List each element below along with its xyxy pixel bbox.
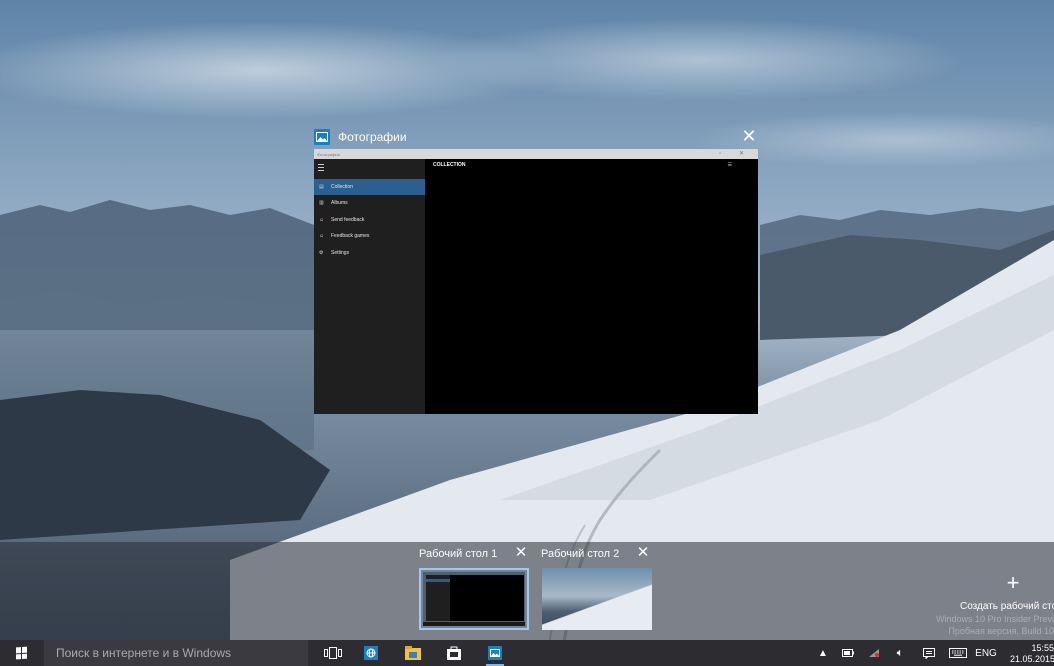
photos-taskbar-button[interactable] <box>480 640 510 666</box>
desktop-1-thumbnail[interactable] <box>419 568 529 630</box>
games-icon: ☺ <box>319 232 325 239</box>
sidebar-item-feedback-games: ☺ Feedback games <box>314 228 425 244</box>
close-icon[interactable]: ✕ <box>635 545 651 561</box>
new-desktop-button[interactable]: Создать рабочий сто <box>960 601 1054 612</box>
clock-time: 15:55 <box>1031 643 1054 653</box>
sidebar-item-send-feedback: ☺ Send feedback <box>314 212 425 228</box>
sidebar-item-label: Albums <box>331 200 348 206</box>
watermark-line-1: Windows 10 Pro Insider Previ <box>935 614 1054 624</box>
desktop-1-label: Рабочий стол 1 <box>419 548 498 560</box>
thumbnail-taskbar <box>423 622 525 626</box>
collection-icon: ▤ <box>319 183 324 190</box>
search-placeholder: Поиск в интернете и в Windows <box>56 646 232 660</box>
close-icon[interactable]: ✕ <box>740 127 758 145</box>
app-sidebar: ▤ Collection ▥ Albums ☺ Send feedback ☺ … <box>314 159 425 414</box>
window-preview[interactable]: Фотографии ▫ ✕ ▤ Collection ▥ Albums ☺ S… <box>314 149 758 414</box>
select-icon: ☰ <box>727 162 732 168</box>
store-button[interactable] <box>439 640 469 666</box>
desktop-2-label: Рабочий стол 2 <box>541 548 620 560</box>
search-input[interactable]: Поиск в интернете и в Windows <box>44 640 308 666</box>
albums-icon: ▥ <box>319 199 324 206</box>
app-main-header: COLLECTION ☰ <box>425 159 758 171</box>
browser-button[interactable] <box>356 640 386 666</box>
task-window-title: Фотографии <box>338 130 407 144</box>
folder-icon <box>405 646 421 660</box>
gear-icon: ⚙ <box>319 249 324 256</box>
task-view-button[interactable] <box>318 640 348 666</box>
start-button[interactable] <box>0 640 44 666</box>
notification-icon[interactable] <box>920 640 938 666</box>
desktop-2-thumbnail[interactable] <box>542 568 652 630</box>
sidebar-item-settings: ⚙ Settings <box>314 245 425 261</box>
clock[interactable]: 15:55 21.05.2015 <box>1010 643 1054 665</box>
task-view-icon <box>324 647 342 659</box>
battery-icon[interactable] <box>840 640 856 666</box>
sidebar-item-label: Send feedback <box>331 217 365 223</box>
sidebar-item-albums: ▥ Albums <box>314 195 425 211</box>
keyboard-icon[interactable] <box>946 640 970 666</box>
sidebar-item-label: Settings <box>331 250 350 256</box>
sidebar-item-label: Feedback games <box>331 233 370 239</box>
windows-logo-icon <box>16 646 28 660</box>
chevron-up-icon[interactable]: ▲ <box>816 640 830 666</box>
taskbar: Поиск в интернете и в Windows ▲ 🔈︎ ENG 1… <box>0 640 1054 666</box>
photos-icon <box>488 646 502 660</box>
hamburger-menu-icon <box>318 164 324 171</box>
language-indicator[interactable]: ENG <box>974 640 998 666</box>
desktop-2-preview <box>542 568 652 630</box>
task-window-header: Фотографии ✕ <box>314 126 758 148</box>
feedback-icon: ☺ <box>319 216 325 223</box>
store-icon <box>447 646 461 660</box>
page-title: COLLECTION <box>433 162 466 168</box>
window-titlebar-text: Фотографии <box>317 151 340 157</box>
task-view-window-photos[interactable]: Фотографии ✕ Фотографии ▫ ✕ ▤ Collection… <box>314 126 758 414</box>
watermark-line-2: Пробная версия. Build 10 <box>948 626 1054 636</box>
file-explorer-button[interactable] <box>398 640 428 666</box>
sidebar-item-collection: ▤ Collection <box>314 179 425 195</box>
close-icon[interactable]: ✕ <box>513 545 529 561</box>
desktop-1-preview <box>423 572 525 626</box>
new-desktop-icon[interactable]: + <box>1003 572 1023 594</box>
volume-icon[interactable]: 🔈︎ <box>892 640 908 666</box>
thumbnail-active-item <box>426 579 450 582</box>
browser-icon <box>364 646 378 660</box>
window-titlebar: Фотографии ▫ ✕ <box>314 149 758 159</box>
network-icon[interactable] <box>866 640 882 666</box>
clock-date: 21.05.2015 <box>1010 654 1054 664</box>
photos-app-icon <box>314 129 330 145</box>
thumbnail-window <box>426 575 524 621</box>
virtual-desktops-strip: Рабочий стол 1 ✕ Рабочий стол 2 ✕ <box>0 542 1054 640</box>
window-controls-icon: ▫ ✕ <box>719 151 752 157</box>
sidebar-item-label: Collection <box>331 184 353 190</box>
